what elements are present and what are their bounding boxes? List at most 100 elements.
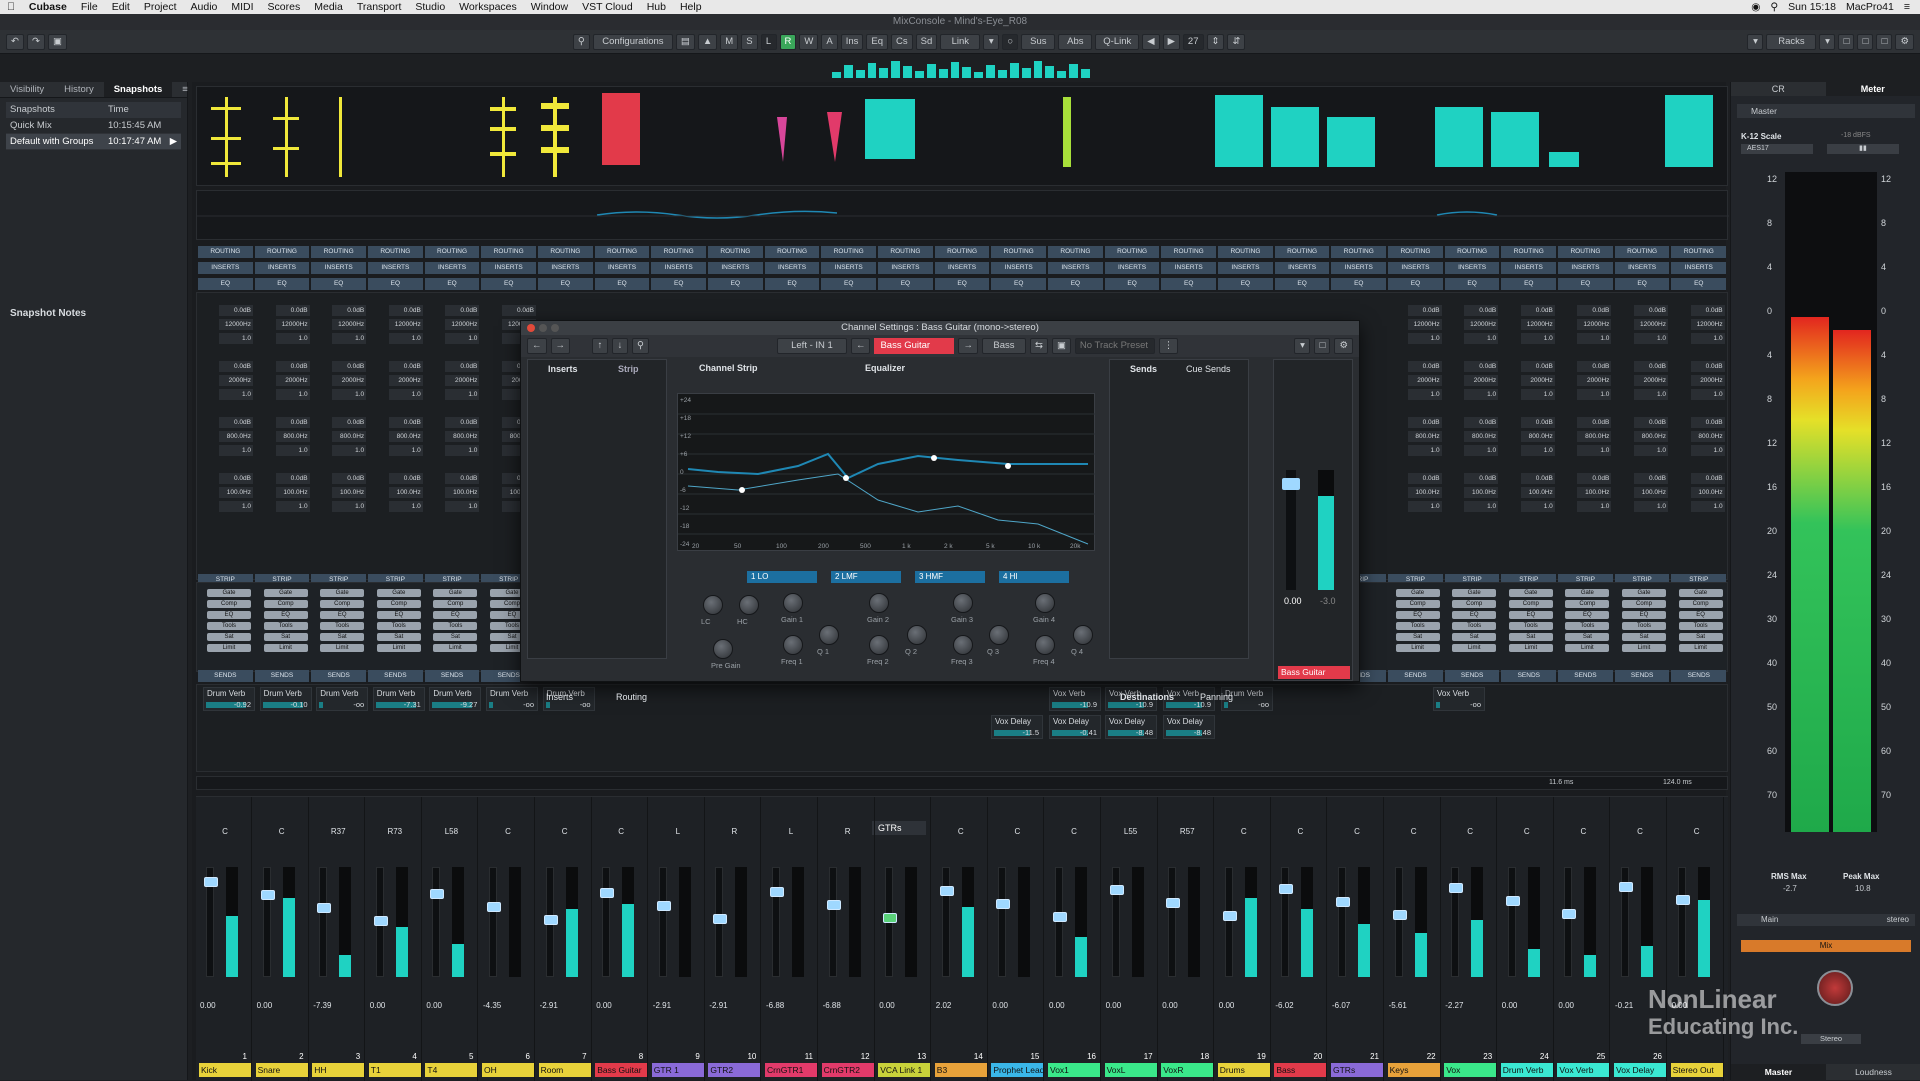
eq-slot[interactable]: EQ xyxy=(538,278,593,290)
sends-slot[interactable]: SENDS xyxy=(368,670,423,682)
eq-value-cell[interactable]: 1.0 xyxy=(1577,389,1611,400)
eq-value-cell[interactable]: 0.0dB xyxy=(1521,417,1555,428)
pan-value[interactable]: C xyxy=(994,827,1040,836)
zoom-icon[interactable]: ⇕ xyxy=(1207,34,1225,50)
eq-value-cell[interactable]: 2000Hz xyxy=(1634,375,1668,386)
eq-value-cell[interactable]: 100.0Hz xyxy=(1577,487,1611,498)
strip-module-button[interactable]: Tools xyxy=(1565,622,1609,630)
eq-value-cell[interactable]: 12000Hz xyxy=(1521,319,1555,330)
link-icon[interactable]: ⇆ xyxy=(1030,338,1048,354)
channel-name[interactable]: CrnGTR2 xyxy=(822,1063,874,1077)
routing-slot[interactable]: ROUTING xyxy=(425,246,480,258)
snapshot-row[interactable]: Default with Groups 10:17:47 AM ▶ xyxy=(6,134,181,150)
volume-value[interactable]: -2.91 xyxy=(709,1001,727,1010)
sends-slot[interactable]: SENDS xyxy=(1558,670,1613,682)
output-routing-dropdown[interactable]: Bass xyxy=(982,338,1026,354)
strip-module-button[interactable]: EQ xyxy=(1679,611,1723,619)
knob-q-1[interactable] xyxy=(819,625,839,645)
knob-gain-3[interactable] xyxy=(953,593,973,613)
qlink-button[interactable]: Q-Link xyxy=(1095,34,1139,50)
routing-slot[interactable]: ROUTING xyxy=(1671,246,1726,258)
eq-slot[interactable]: EQ xyxy=(1275,278,1330,290)
eq-value-cell[interactable]: 0.0dB xyxy=(1691,361,1725,372)
eq-value-cell[interactable]: 1.0 xyxy=(1521,389,1555,400)
eq-value-cell[interactable]: 800.0Hz xyxy=(276,431,310,442)
strip-module-button[interactable]: Gate xyxy=(207,589,251,597)
eq-slot[interactable]: EQ xyxy=(255,278,310,290)
eq-value-cell[interactable]: 100.0Hz xyxy=(1408,487,1442,498)
track-preset-field[interactable]: No Track Preset xyxy=(1075,338,1155,354)
inserts-slot[interactable]: INSERTS xyxy=(878,262,933,274)
eq-value-cell[interactable]: 100.0Hz xyxy=(389,487,423,498)
eq-value-cell[interactable]: 1.0 xyxy=(389,445,423,456)
strip-module-button[interactable]: Sat xyxy=(433,633,477,641)
eq-node-4[interactable] xyxy=(1005,463,1011,469)
strip-module-button[interactable]: EQ xyxy=(377,611,421,619)
eq-node-3[interactable] xyxy=(931,455,937,461)
volume-fader[interactable] xyxy=(998,867,1006,977)
routing-slot[interactable]: ROUTING xyxy=(1161,246,1216,258)
menu-item-help[interactable]: Help xyxy=(673,1,709,13)
volume-value[interactable]: 0.00 xyxy=(1558,1001,1574,1010)
eq-value-cell[interactable]: 1.0 xyxy=(1691,333,1725,344)
knob-q-4[interactable] xyxy=(1073,625,1093,645)
routing-slot[interactable]: ROUTING xyxy=(878,246,933,258)
volume-value[interactable]: -7.39 xyxy=(313,1001,331,1010)
eq-value-cell[interactable]: 1.0 xyxy=(1577,445,1611,456)
strip-module-button[interactable]: Comp xyxy=(1396,600,1440,608)
layout-mid-icon[interactable]: □ xyxy=(1857,34,1873,50)
strip-module-button[interactable]: Comp xyxy=(1509,600,1553,608)
routing-slot[interactable]: ROUTING xyxy=(1048,246,1103,258)
eq-slot[interactable]: EQ xyxy=(1615,278,1670,290)
meter-scale-name[interactable]: K-12 Scale xyxy=(1741,132,1781,141)
racks-button[interactable]: Racks xyxy=(1766,34,1816,50)
eq-value-cell[interactable]: 0.0dB xyxy=(1577,361,1611,372)
strip-module-button[interactable]: Gate xyxy=(377,589,421,597)
fader-knob[interactable] xyxy=(1279,884,1293,894)
channel-name[interactable]: Drums xyxy=(1218,1063,1270,1077)
eq-value-cell[interactable]: 0.0dB xyxy=(219,417,253,428)
main-output[interactable]: Main stereo xyxy=(1737,914,1915,926)
eq-value-cell[interactable]: 1.0 xyxy=(332,333,366,344)
knob-hc[interactable] xyxy=(739,595,759,615)
eq-value-cell[interactable]: 1.0 xyxy=(276,333,310,344)
eq-value-cell[interactable]: 0.0dB xyxy=(219,361,253,372)
knob-gain-4[interactable] xyxy=(1035,593,1055,613)
eq-value-cell[interactable]: 2000Hz xyxy=(1408,375,1442,386)
eq-value-cell[interactable]: 1.0 xyxy=(1691,501,1725,512)
channel-name[interactable]: GTRs xyxy=(1331,1063,1383,1077)
strip-module-button[interactable]: Comp xyxy=(264,600,308,608)
volume-value[interactable]: 0.00 xyxy=(596,1001,612,1010)
undo-icon[interactable]: ↶ xyxy=(6,34,24,50)
channel-name[interactable]: Bass Guitar xyxy=(595,1063,647,1077)
eq-value-cell[interactable]: 2000Hz xyxy=(332,375,366,386)
routing-slot[interactable]: ROUTING xyxy=(311,246,366,258)
menu-item-midi[interactable]: MIDI xyxy=(224,1,260,13)
eq-value-cell[interactable]: 1.0 xyxy=(1408,389,1442,400)
send-slot[interactable]: Vox Delay-8.48 xyxy=(1105,715,1157,739)
knob-lc[interactable] xyxy=(703,595,723,615)
volume-fader[interactable] xyxy=(772,867,780,977)
eq-rack-row[interactable]: EQEQEQEQEQEQEQEQEQEQEQEQEQEQEQEQEQEQEQEQ… xyxy=(196,278,1728,290)
eq-value-cell[interactable]: 0.0dB xyxy=(1577,305,1611,316)
dialog-window-icon[interactable]: □ xyxy=(1314,338,1330,354)
pan-value[interactable]: C xyxy=(1504,827,1550,836)
eq-value-cell[interactable]: 100.0Hz xyxy=(332,487,366,498)
sends-slot[interactable]: SENDS xyxy=(1388,670,1443,682)
pan-value[interactable]: L58 xyxy=(428,827,474,836)
routing-slot[interactable]: ROUTING xyxy=(1501,246,1556,258)
inserts-slot[interactable]: INSERTS xyxy=(1558,262,1613,274)
strip-module-button[interactable]: Tools xyxy=(433,622,477,630)
volume-fader[interactable] xyxy=(1055,867,1063,977)
eq-value-cell[interactable]: 0.0dB xyxy=(445,473,479,484)
eq-value-cell[interactable]: 1.0 xyxy=(219,389,253,400)
channel-name[interactable]: T4 xyxy=(425,1063,477,1077)
output-arrow-icon[interactable]: → xyxy=(958,338,978,354)
eq-value-cell[interactable]: 1.0 xyxy=(1408,445,1442,456)
volume-fader[interactable] xyxy=(1395,867,1403,977)
search-icon[interactable]: ⚲ xyxy=(1770,1,1778,13)
strip-module-button[interactable]: Limit xyxy=(1509,644,1553,652)
eq-value-cell[interactable]: 1.0 xyxy=(219,501,253,512)
eq-slot[interactable]: EQ xyxy=(991,278,1046,290)
eq-value-cell[interactable]: 0.0dB xyxy=(1464,305,1498,316)
